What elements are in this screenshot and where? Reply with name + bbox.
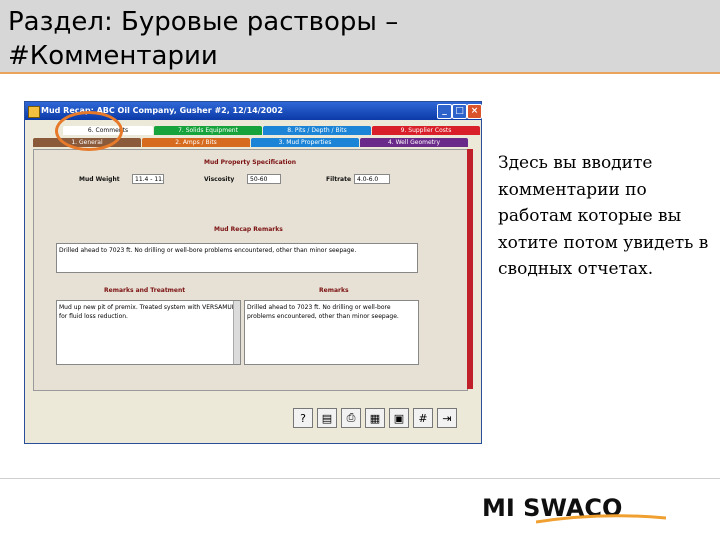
slide-header: Раздел: Буровые растворы – #Комментарии	[0, 0, 720, 74]
close-button[interactable]: ×	[467, 104, 482, 119]
minimize-button[interactable]: _	[437, 104, 452, 119]
mud-weight-label: Mud Weight	[79, 176, 120, 183]
remarks-section-title: Remarks	[319, 287, 349, 294]
panel-side-bar	[467, 149, 473, 389]
tab-amps-bits[interactable]: 2. Amps / Bits	[142, 138, 250, 147]
exit-icon[interactable]: ⇥	[437, 408, 457, 428]
print-icon[interactable]: ⎙	[341, 408, 361, 428]
treatment-remarks-field[interactable]: Mud up new pit of premix. Treated system…	[56, 300, 241, 365]
recap-section-title: Mud Recap Remarks	[214, 226, 283, 233]
slide-title: Раздел: Буровые растворы – #Комментарии	[8, 7, 399, 71]
footer-divider	[0, 478, 720, 479]
grid-icon[interactable]: #	[413, 408, 433, 428]
report-icon[interactable]: ▤	[317, 408, 337, 428]
tab-well-geometry[interactable]: 4. Well Geometry	[360, 138, 468, 147]
mud-recap-window: Mud Recap: ABC Oil Company, Gusher #2, 1…	[24, 101, 482, 444]
viscosity-field[interactable]: 50-60	[247, 174, 281, 184]
comments-tab-highlight	[55, 111, 123, 151]
calculator-icon[interactable]: ▦	[365, 408, 385, 428]
treatment-remarks-text: Mud up new pit of premix. Treated system…	[59, 304, 236, 320]
tab-solids-equipment[interactable]: 7. Solids Equipment	[154, 126, 262, 135]
app-icon	[28, 106, 40, 118]
save-icon[interactable]: ▣	[389, 408, 409, 428]
filtrate-field[interactable]: 4.0-6.0	[354, 174, 390, 184]
remarks-field[interactable]: Drilled ahead to 7023 ft. No drilling or…	[244, 300, 419, 365]
help-icon[interactable]: ?	[293, 408, 313, 428]
treatment-section-title: Remarks and Treatment	[104, 287, 186, 294]
filtrate-label: Filtrate	[326, 176, 352, 183]
tab-supplier-costs[interactable]: 9. Supplier Costs	[372, 126, 480, 135]
tab-pits-depth-bits[interactable]: 8. Pits / Depth / Bits	[263, 126, 371, 135]
viscosity-label: Viscosity	[204, 176, 235, 183]
slide-description: Здесь вы вводите комментарии по работам …	[498, 153, 709, 279]
logo-swoosh-icon	[536, 514, 666, 524]
comments-panel: Mud Property Specification Mud Weight 11…	[33, 149, 468, 391]
tab-mud-properties[interactable]: 3. Mud Properties	[251, 138, 359, 147]
treatment-scrollbar[interactable]	[233, 301, 240, 364]
spec-section-title: Mud Property Specification	[204, 159, 296, 166]
recap-remarks-field[interactable]: Drilled ahead to 7023 ft. No drilling or…	[56, 243, 418, 273]
maximize-button[interactable]: □	[452, 104, 467, 119]
mud-weight-field[interactable]: 11.4 - 11.6	[132, 174, 164, 184]
